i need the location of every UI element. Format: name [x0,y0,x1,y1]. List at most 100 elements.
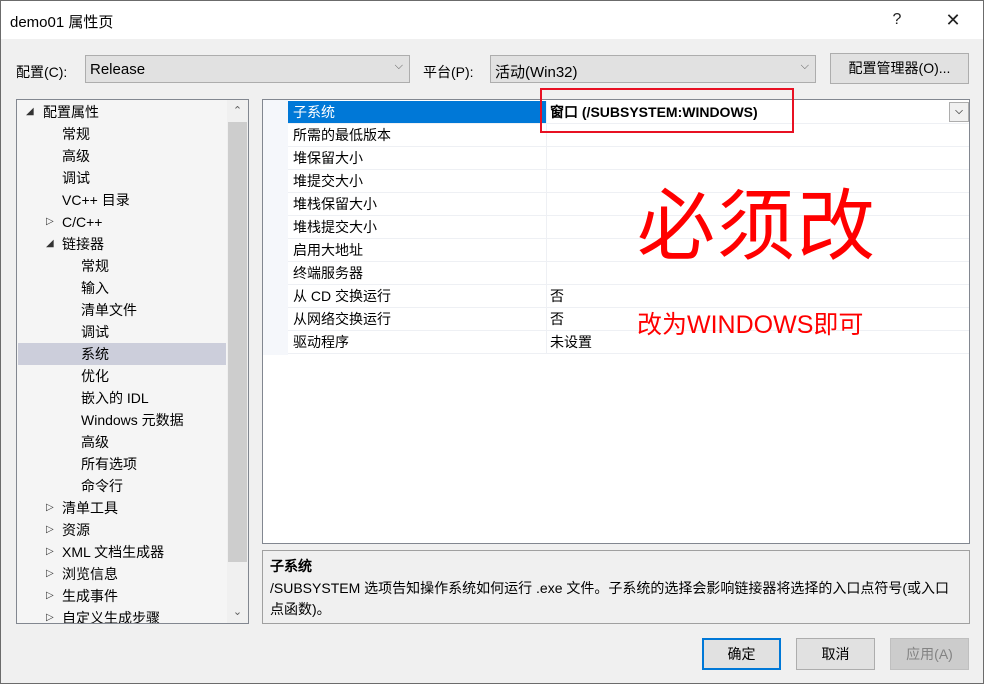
tree-item[interactable]: 所有选项 [18,453,226,475]
tree-item-label: 清单文件 [81,302,137,318]
property-value-text: 未设置 [550,334,592,350]
scroll-down-icon[interactable]: ⌄ [227,603,248,623]
property-name: 堆栈保留大小 [288,193,547,215]
tree-item-label: 生成事件 [62,588,118,604]
scroll-up-icon[interactable]: ⌃ [227,100,248,120]
property-name: 启用大地址 [288,239,547,261]
tree-item[interactable]: 高级 [18,145,226,167]
description-title: 子系统 [270,558,312,574]
config-combobox[interactable]: Release ⌵ [85,55,410,83]
chevron-down-icon: ⌵ [394,60,403,72]
property-row[interactable]: 从网络交换运行否 [288,308,969,331]
tree-item-label: C/C++ [62,214,103,230]
property-row[interactable]: 堆保留大小 [288,147,969,170]
tree-item[interactable]: 优化 [18,365,226,387]
tree-item[interactable]: ◢ 链接器 [18,233,226,255]
tree-item-label: 优化 [81,368,109,384]
tree-item[interactable]: 清单文件 [18,299,226,321]
tree-item[interactable]: 输入 [18,277,226,299]
tree-item[interactable]: 高级 [18,431,226,453]
apply-button[interactable]: 应用(A) [890,638,969,670]
property-value-text: 窗口 (/SUBSYSTEM:WINDOWS) [550,104,758,120]
scroll-thumb[interactable] [228,122,247,562]
tree-item[interactable]: 调试 [18,167,226,189]
tree-item[interactable]: ▷ 资源 [18,519,226,541]
tree-item-label: XML 文档生成器 [62,544,165,560]
tree-item-label: 嵌入的 IDL [81,390,149,406]
property-value[interactable]: 窗口 (/SUBSYSTEM:WINDOWS) ⌵ [548,101,969,123]
config-label: 配置(C): [16,64,68,80]
property-row[interactable]: 子系统 窗口 (/SUBSYSTEM:WINDOWS) ⌵ [288,101,969,124]
title-bar: demo01 属性页 ? ✕ [1,1,983,39]
property-name: 从 CD 交换运行 [288,285,547,307]
property-pages-dialog: demo01 属性页 ? ✕ 配置(C): Release ⌵ 平台(P): 活… [0,0,984,684]
tree-item-label: 系统 [81,346,109,362]
tree-item-label: VC++ 目录 [62,192,130,208]
tree-item-label: 自定义生成步骤 [62,610,160,624]
help-button[interactable]: ? [877,7,917,33]
expand-arrow-icon[interactable]: ▷ [46,519,54,541]
tree-item-label: 高级 [62,148,90,164]
annotation-change-to-windows: 改为WINDOWS即可 [637,311,864,339]
tree-item[interactable]: ◢ 配置属性 [18,101,226,123]
expand-arrow-icon[interactable]: ▷ [46,211,54,233]
tree-item[interactable]: ▷ 生成事件 [18,585,226,607]
tree-item[interactable]: ▷ 清单工具 [18,497,226,519]
property-row[interactable]: 从 CD 交换运行否 [288,285,969,308]
property-name: 堆栈提交大小 [288,216,547,238]
tree-item[interactable]: Windows 元数据 [18,409,226,431]
expand-arrow-icon[interactable]: ▷ [46,607,54,623]
grid-gutter [263,100,288,355]
chevron-down-icon[interactable]: ⌵ [949,102,969,122]
tree-item[interactable]: ▷ C/C++ [18,211,226,233]
close-button[interactable]: ✕ [933,7,973,33]
property-value-text: 否 [550,311,564,327]
property-row[interactable]: 驱动程序 未设置 [288,331,969,354]
expand-arrow-icon[interactable]: ▷ [46,541,54,563]
tree-item[interactable]: ▷ 浏览信息 [18,563,226,585]
tree-item-label: Windows 元数据 [81,412,184,428]
tree-item-label: 链接器 [62,236,104,252]
property-value[interactable]: 否 [548,285,969,307]
tree-item[interactable]: 嵌入的 IDL [18,387,226,409]
tree-item-label: 资源 [62,522,90,538]
chevron-down-icon: ⌵ [800,60,809,72]
tree-item[interactable]: ▷ XML 文档生成器 [18,541,226,563]
collapse-arrow-icon[interactable]: ◢ [46,233,54,255]
tree-item[interactable]: 常规 [18,123,226,145]
collapse-arrow-icon[interactable]: ◢ [26,101,34,123]
tree-item[interactable]: 系统 [18,343,226,365]
tree-scrollbar[interactable]: ⌃ ⌄ [227,100,248,623]
property-grid: 子系统 窗口 (/SUBSYSTEM:WINDOWS) ⌵ 所需的最低版本 堆保留大小堆… [262,99,970,544]
property-name: 从网络交换运行 [288,308,547,330]
expand-arrow-icon[interactable]: ▷ [46,497,54,519]
property-name: 终端服务器 [288,262,547,284]
property-value[interactable] [548,147,969,169]
config-value: Release [90,61,146,78]
property-name: 堆提交大小 [288,170,547,192]
property-name: 子系统 [288,101,547,123]
config-manager-button[interactable]: 配置管理器(O)... [830,53,969,84]
tree-item-label: 高级 [81,434,109,450]
tree-item[interactable]: ▷ 自定义生成步骤 [18,607,226,624]
cancel-button[interactable]: 取消 [796,638,875,670]
property-value-text: 否 [550,288,564,304]
tree-item[interactable]: 调试 [18,321,226,343]
tree-item-label: 所有选项 [81,456,137,472]
platform-value: 活动(Win32) [495,64,578,81]
property-row[interactable]: 所需的最低版本 [288,124,969,147]
tree-item-label: 调试 [62,170,90,186]
tree-item-label: 调试 [81,324,109,340]
tree-item[interactable]: 命令行 [18,475,226,497]
property-value[interactable] [548,124,969,146]
tree-item[interactable]: 常规 [18,255,226,277]
description-text: /SUBSYSTEM 选项告知操作系统如何运行 .exe 文件。子系统的选择会影… [270,580,950,617]
platform-combobox[interactable]: 活动(Win32) ⌵ [490,55,816,83]
expand-arrow-icon[interactable]: ▷ [46,585,54,607]
expand-arrow-icon[interactable]: ▷ [46,563,54,585]
tree-item-label: 清单工具 [62,500,118,516]
tree-item[interactable]: VC++ 目录 [18,189,226,211]
tree-item-label: 常规 [62,126,90,142]
tree-item-label: 常规 [81,258,109,274]
ok-button[interactable]: 确定 [702,638,781,670]
